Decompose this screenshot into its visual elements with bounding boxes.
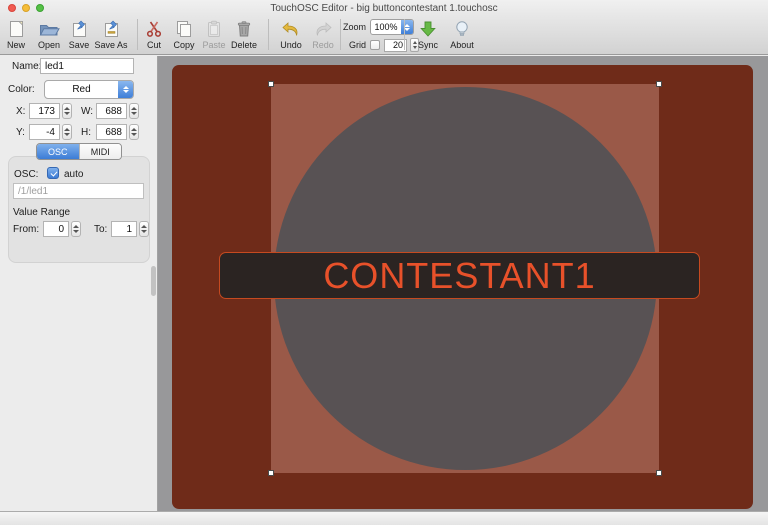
toolbar-separator (404, 19, 405, 50)
selection-handle-top-right[interactable] (656, 81, 662, 87)
selection-handle-bottom-right[interactable] (656, 470, 662, 476)
close-window-icon[interactable] (8, 4, 16, 12)
save-as-icon (89, 17, 133, 40)
contestant-label-control[interactable]: CONTESTANT1 (219, 252, 700, 299)
panel-scrollbar-thumb[interactable] (151, 266, 156, 296)
auto-label: auto (64, 169, 84, 180)
to-label: To: (94, 224, 108, 235)
x-field[interactable]: 173 (29, 103, 60, 119)
from-field[interactable]: 0 (43, 221, 69, 237)
trash-icon (222, 17, 266, 40)
status-bar (0, 511, 768, 525)
redo-button: Redo (301, 17, 345, 50)
save-as-button[interactable]: Save As (89, 17, 133, 50)
name-field[interactable]: led1 (40, 58, 134, 74)
color-label: Color: (8, 84, 35, 95)
to-stepper[interactable] (139, 221, 149, 237)
touchosc-editor-window: TouchOSC Editor - big buttoncontestant 1… (0, 0, 768, 525)
name-label: Name: (12, 61, 42, 72)
selection-handle-top-left[interactable] (268, 81, 274, 87)
grid-label: Grid (348, 40, 366, 50)
tab-osc[interactable]: OSC (37, 144, 79, 159)
h-field[interactable]: 688 (96, 124, 127, 140)
redo-arrow-icon (301, 17, 345, 40)
dropdown-stepper-icon[interactable] (118, 81, 133, 98)
w-label: W: (81, 106, 94, 117)
color-value: Red (72, 84, 91, 95)
osc-auto-checkbox[interactable] (47, 167, 59, 179)
toolbar: New Open Save Save As Cut Copy Paste Del… (0, 16, 768, 55)
to-field[interactable]: 1 (111, 221, 137, 237)
osc-label: OSC: (14, 169, 39, 180)
delete-button[interactable]: Delete (222, 17, 266, 50)
about-button[interactable]: About (440, 17, 484, 50)
value-range-label: Value Range (13, 207, 71, 218)
zoom-level-value: 100% (374, 22, 398, 32)
y-label: Y: (16, 127, 25, 138)
window-title: TouchOSC Editor - big buttoncontestant 1… (270, 3, 498, 14)
w-stepper[interactable] (129, 103, 139, 119)
x-stepper[interactable] (62, 103, 72, 119)
tab-midi[interactable]: MIDI (78, 144, 121, 159)
y-stepper[interactable] (62, 124, 72, 140)
fullscreen-window-icon[interactable] (36, 4, 44, 12)
inspector-panel: Name: led1 Color: Red X: 173 W: 688 Y: -… (0, 56, 158, 511)
h-stepper[interactable] (129, 124, 139, 140)
traffic-lights (8, 4, 44, 12)
from-label: From: (13, 224, 40, 235)
w-field[interactable]: 688 (96, 103, 127, 119)
window-chrome: TouchOSC Editor - big buttoncontestant 1… (0, 0, 768, 55)
title-bar: TouchOSC Editor - big buttoncontestant 1… (0, 0, 768, 16)
grid-checkbox[interactable] (370, 40, 380, 50)
zoom-label: Zoom (342, 22, 366, 32)
color-dropdown[interactable]: Red (44, 80, 134, 99)
toolbar-separator (340, 19, 341, 50)
minimize-window-icon[interactable] (22, 4, 30, 12)
canvas-area[interactable]: CONTESTANT1 (158, 56, 768, 511)
y-field[interactable]: -4 (29, 124, 60, 140)
osc-address-field[interactable]: /1/led1 (13, 183, 144, 199)
from-stepper[interactable] (71, 221, 81, 237)
lightbulb-icon (440, 17, 484, 40)
h-label: H: (81, 127, 91, 138)
selection-handle-bottom-left[interactable] (268, 470, 274, 476)
contestant-label-text: CONTESTANT1 (323, 255, 596, 296)
x-label: X: (16, 106, 26, 117)
osc-midi-tabs: OSC MIDI (36, 143, 122, 160)
